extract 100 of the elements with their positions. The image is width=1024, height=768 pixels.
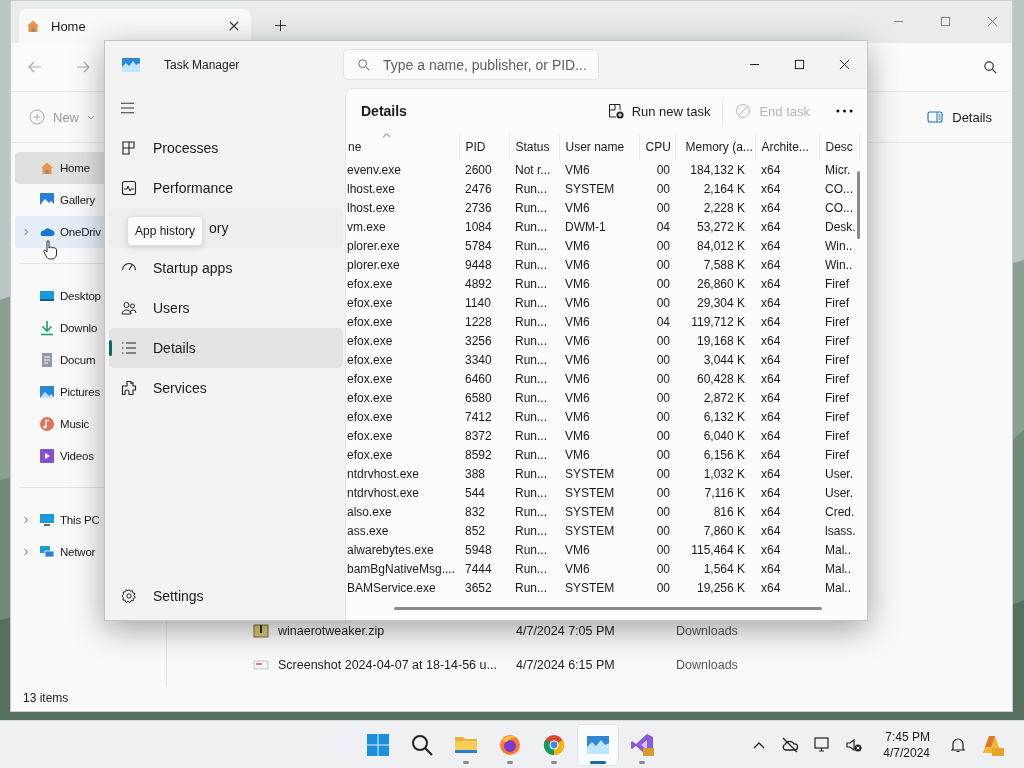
search-field[interactable]: Type a name, publisher, or PID... (343, 49, 599, 80)
nav-item[interactable]: This PC (15, 504, 104, 536)
close-icon[interactable] (839, 59, 850, 70)
table-cell-text: VM6 (564, 351, 591, 369)
nav-item[interactable]: Users (109, 288, 343, 328)
nav-item[interactable]: Pictures (15, 376, 104, 408)
column-header[interactable]: Desc (819, 133, 859, 160)
nav-item[interactable]: Home (15, 152, 104, 184)
app-logo-icon (122, 57, 140, 72)
search-icon[interactable] (983, 59, 998, 75)
nav-item[interactable]: Startup apps (109, 248, 343, 288)
table-cell-text: alwarebytes.exe (346, 541, 435, 559)
desktop-icon (39, 288, 55, 304)
table-cell-text: Firef (824, 427, 850, 445)
table-cell-text: 1084 (464, 218, 493, 236)
nav-item[interactable]: Downlo (15, 312, 104, 344)
nav-item[interactable]: Desktop (15, 280, 104, 312)
table-cell-text: VM6 (564, 256, 591, 274)
table-cell-text: 84,012 K (695, 237, 746, 255)
taskbar-app[interactable] (578, 725, 618, 765)
table-cell-text: SYSTEM (564, 522, 616, 540)
table-cell-text: 29,304 K (695, 294, 746, 312)
new-tab-icon[interactable] (275, 20, 286, 31)
table-cell-text: CO... (824, 180, 854, 198)
table-cell-text: Run... (514, 408, 548, 426)
settings-icon (121, 588, 137, 604)
table-cell-text: efox.exe (346, 446, 394, 464)
table-cell-text: SYSTEM (564, 484, 616, 502)
column-header[interactable]: User name (559, 133, 639, 160)
nav-item[interactable]: Videos (15, 440, 104, 472)
windows-logo-icon (366, 733, 390, 757)
nav-item[interactable]: Services (109, 368, 343, 408)
table-cell-text: 1,032 K (702, 465, 746, 483)
table-cell-text: Run... (514, 275, 548, 293)
close-icon[interactable] (229, 21, 239, 31)
plus-circle-icon (29, 109, 45, 125)
window-plus-icon (607, 103, 624, 119)
scrollbar[interactable] (857, 171, 860, 239)
network-icon[interactable] (813, 736, 832, 754)
table-cell-text: Run... (514, 351, 548, 369)
table-cell-text: 00 (655, 560, 671, 578)
settings-item[interactable]: Settings (109, 576, 343, 616)
table-cell-text: DWM-1 (564, 218, 607, 236)
table-cell-text: 2476 (464, 180, 493, 198)
maximize-icon[interactable] (794, 59, 805, 70)
nav-item[interactable]: Gallery (15, 184, 104, 216)
table-cell-text: 6,132 K (702, 408, 746, 426)
explorer-tab[interactable]: Home (19, 9, 251, 43)
table-cell-text: 00 (655, 237, 671, 255)
table-cell-text: x64 (760, 522, 782, 540)
prohibited-icon (735, 103, 752, 119)
file-row[interactable]: winaerotweaker.zip 4/7/2024 7:05 PM Downloads (253, 621, 1012, 641)
table-cell-text: 53,272 K (695, 218, 746, 236)
nav-item[interactable]: Processes (109, 128, 343, 168)
scrollbar[interactable] (394, 607, 822, 610)
column-header[interactable]: Memory (a... (675, 133, 755, 160)
music-icon (39, 416, 55, 432)
nav-item[interactable]: Networ (15, 536, 104, 568)
column-header[interactable]: Archite... (755, 133, 819, 160)
run-new-task-button[interactable]: Run new task (595, 103, 723, 119)
table-cell-text: efox.exe (346, 275, 394, 293)
table-cell-text: 00 (655, 294, 671, 312)
list-icon (121, 340, 137, 356)
table-cell-text: x64 (760, 199, 782, 217)
file-row[interactable]: Screenshot 2024-04-07 at 18-14-56 u... 4/7/2024 6:15 PM Downloads (253, 655, 1012, 675)
table-cell-text: x64 (760, 256, 782, 274)
clock[interactable]: 7:45 PM 4/7/2024 (883, 729, 930, 761)
table-cell-text: plorer.exe (346, 237, 401, 255)
nav-item[interactable]: Music (15, 408, 104, 440)
table-cell-text: VM6 (564, 560, 591, 578)
speaker-muted-icon[interactable] (845, 736, 864, 754)
table-cell-text: 7444 (464, 560, 493, 578)
bell-icon[interactable] (950, 737, 966, 753)
table-cell-text: efox.exe (346, 408, 394, 426)
table-cell-text: 2736 (464, 199, 493, 217)
table-cell-text: 115,464 K (690, 541, 746, 559)
puzzle-icon (121, 380, 137, 396)
table-cell-text: 7412 (464, 408, 493, 426)
table-cell-text: x64 (760, 294, 782, 312)
nav-item[interactable]: Details (109, 328, 343, 368)
column-header[interactable]: ne (346, 133, 459, 160)
cloud-off-icon[interactable] (781, 736, 800, 754)
details-pane-button[interactable]: Details (927, 109, 992, 125)
nav-item[interactable]: Docum (15, 344, 104, 376)
table-cell-text: 00 (655, 427, 671, 445)
table-cell-text: 6,040 K (702, 427, 746, 445)
table-cell-text: Cred. (824, 503, 856, 521)
table-cell-text: Run... (514, 484, 548, 502)
menu-icon[interactable] (120, 102, 135, 114)
nav-item[interactable]: Performance (109, 168, 343, 208)
search-icon (410, 733, 434, 757)
column-header[interactable]: PID (459, 133, 509, 160)
table-cell-text: VM6 (564, 541, 591, 559)
column-header[interactable]: Status (509, 133, 559, 160)
table-cell-text: 00 (655, 541, 671, 559)
table-cell-text: 5948 (464, 541, 493, 559)
column-header[interactable]: CPU (639, 133, 675, 160)
nav-item[interactable]: OneDriv (15, 216, 104, 248)
table-cell-text: 19,168 K (695, 332, 746, 350)
more-icon[interactable] (836, 109, 853, 113)
